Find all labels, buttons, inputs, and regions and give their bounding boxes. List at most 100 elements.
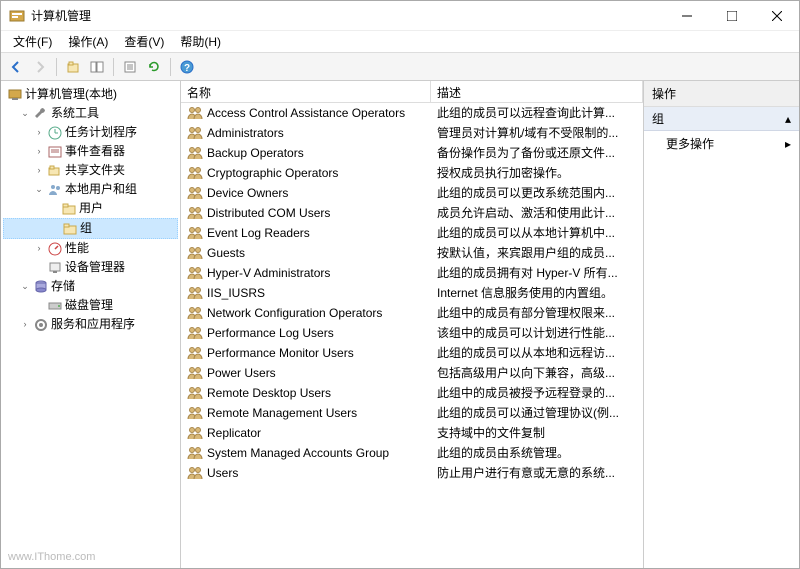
- list-row[interactable]: IIS_IUSRSInternet 信息服务使用的内置组。: [181, 283, 643, 303]
- list-cell-desc: 此组的成员可以从本地计算机中...: [431, 224, 643, 242]
- folder-icon: [61, 201, 77, 217]
- tree-node[interactable]: › 服务和应用程序: [3, 315, 178, 334]
- tree-node[interactable]: ⌄系统工具: [3, 104, 178, 123]
- tree-node[interactable]: ⌄存储: [3, 277, 178, 296]
- list-row[interactable]: Users防止用户进行有意或无意的系统...: [181, 463, 643, 483]
- list-cell-desc: 授权成员执行加密操作。: [431, 164, 643, 182]
- list-row[interactable]: Network Configuration Operators此组中的成员有部分…: [181, 303, 643, 323]
- minimize-button[interactable]: [664, 1, 709, 30]
- tree-node[interactable]: ›性能: [3, 239, 178, 258]
- tree-expander-icon[interactable]: ›: [33, 165, 45, 177]
- refresh-button[interactable]: [143, 56, 165, 78]
- list-row[interactable]: System Managed Accounts Group此组的成员由系统管理。: [181, 443, 643, 463]
- list-cell-desc: 备份操作员为了备份或还原文件...: [431, 144, 643, 162]
- group-icon: [187, 425, 203, 441]
- group-icon: [187, 245, 203, 261]
- list-row[interactable]: Performance Log Users该组中的成员可以计划进行性能...: [181, 323, 643, 343]
- list-cell-desc: 此组的成员可以从本地和远程访...: [431, 344, 643, 362]
- tree-expander-icon[interactable]: ›: [33, 127, 45, 139]
- list-row[interactable]: Replicator支持域中的文件复制: [181, 423, 643, 443]
- tree-node-label: 服务和应用程序: [51, 316, 135, 333]
- tree-node-label: 事件查看器: [65, 143, 125, 160]
- list-row[interactable]: Access Control Assistance Operators此组的成员…: [181, 103, 643, 123]
- list-row[interactable]: Remote Desktop Users此组中的成员被授予远程登录的...: [181, 383, 643, 403]
- tree-node[interactable]: 设备管理器: [3, 258, 178, 277]
- wrench-icon: [33, 106, 49, 122]
- tree-root[interactable]: 计算机管理(本地): [3, 85, 178, 104]
- list-body[interactable]: Access Control Assistance Operators此组的成员…: [181, 103, 643, 568]
- col-desc[interactable]: 描述: [431, 81, 643, 102]
- window-controls: [664, 1, 799, 30]
- chevron-right-icon: ▸: [785, 137, 791, 151]
- actions-more[interactable]: 更多操作 ▸: [644, 131, 799, 156]
- tree-expander-icon[interactable]: ⌄: [33, 184, 45, 196]
- list-row[interactable]: Event Log Readers此组的成员可以从本地计算机中...: [181, 223, 643, 243]
- group-icon: [187, 445, 203, 461]
- list-row[interactable]: Remote Management Users此组的成员可以通过管理协议(例..…: [181, 403, 643, 423]
- tree-node[interactable]: › 共享文件夹: [3, 161, 178, 180]
- tree-node-label: 组: [80, 220, 92, 237]
- list-row[interactable]: Cryptographic Operators授权成员执行加密操作。: [181, 163, 643, 183]
- tree-expander-icon[interactable]: ›: [33, 243, 45, 255]
- toolbar-sep-2: [113, 58, 114, 76]
- tree-panel[interactable]: 计算机管理(本地) ⌄系统工具›任务计划程序›事件查看器›共享文件夹⌄本地用户和…: [1, 81, 181, 568]
- list-row[interactable]: Power Users包括高级用户以向下兼容，高级...: [181, 363, 643, 383]
- forward-button[interactable]: [29, 56, 51, 78]
- list-row[interactable]: Hyper-V Administrators此组的成员拥有对 Hyper-V 所…: [181, 263, 643, 283]
- tree-node[interactable]: › 事件查看器: [3, 142, 178, 161]
- titlebar-left: 计算机管理: [9, 7, 91, 24]
- tree-expander-icon: [47, 203, 59, 215]
- tree-node[interactable]: 组: [3, 218, 178, 239]
- menu-file[interactable]: 文件(F): [5, 31, 60, 52]
- menu-help[interactable]: 帮助(H): [172, 31, 229, 52]
- tree-expander-icon: [48, 223, 60, 235]
- col-name[interactable]: 名称: [181, 81, 431, 102]
- tree-node-label: 共享文件夹: [65, 162, 125, 179]
- tree-expander-icon[interactable]: ⌄: [19, 281, 31, 293]
- export-button[interactable]: [119, 56, 141, 78]
- group-icon: [187, 465, 203, 481]
- storage-icon: [33, 279, 49, 295]
- list-cell-desc: 管理员对计算机/域有不受限制的...: [431, 124, 643, 142]
- list-row[interactable]: Administrators管理员对计算机/域有不受限制的...: [181, 123, 643, 143]
- actions-more-label: 更多操作: [666, 135, 714, 152]
- maximize-button[interactable]: [709, 1, 754, 30]
- menubar: 文件(F) 操作(A) 查看(V) 帮助(H): [1, 31, 799, 53]
- list-cell-name: Backup Operators: [181, 144, 431, 162]
- disk-icon: [47, 298, 63, 314]
- list-cell-name: Users: [181, 464, 431, 482]
- tree-node[interactable]: ⌄本地用户和组: [3, 180, 178, 199]
- list-cell-desc: 防止用户进行有意或无意的系统...: [431, 464, 643, 482]
- list-row[interactable]: Guests按默认值，来宾跟用户组的成员...: [181, 243, 643, 263]
- list-row[interactable]: Distributed COM Users成员允许启动、激活和使用此计...: [181, 203, 643, 223]
- tree-expander-icon[interactable]: ›: [19, 319, 31, 331]
- actions-group-header[interactable]: 组 ▴: [644, 107, 799, 131]
- window-frame: 计算机管理 文件(F) 操作(A) 查看(V) 帮助(H) ? 计算机管理(本地…: [0, 0, 800, 569]
- tree-node[interactable]: 用户: [3, 199, 178, 218]
- list-cell-desc: 此组的成员可以远程查询此计算...: [431, 104, 643, 122]
- folder-icon: [62, 221, 78, 237]
- back-button[interactable]: [5, 56, 27, 78]
- tree-node[interactable]: ›任务计划程序: [3, 123, 178, 142]
- list-row[interactable]: Performance Monitor Users此组的成员可以从本地和远程访.…: [181, 343, 643, 363]
- list-cell-name: Remote Desktop Users: [181, 384, 431, 402]
- list-row[interactable]: Device Owners此组的成员可以更改系统范围内...: [181, 183, 643, 203]
- tree-node[interactable]: 磁盘管理: [3, 296, 178, 315]
- help-button[interactable]: ?: [176, 56, 198, 78]
- tree-expander-icon[interactable]: ›: [33, 146, 45, 158]
- menu-action[interactable]: 操作(A): [60, 31, 116, 52]
- list-cell-desc: Internet 信息服务使用的内置组。: [431, 284, 643, 302]
- show-hide-button[interactable]: [86, 56, 108, 78]
- share-icon: [47, 163, 63, 179]
- up-button[interactable]: [62, 56, 84, 78]
- tree-root-label: 计算机管理(本地): [25, 86, 117, 103]
- tree-node-label: 磁盘管理: [65, 297, 113, 314]
- list-cell-name: Power Users: [181, 364, 431, 382]
- list-cell-name: IIS_IUSRS: [181, 284, 431, 302]
- list-cell-name: Remote Management Users: [181, 404, 431, 422]
- close-button[interactable]: [754, 1, 799, 30]
- list-row[interactable]: Backup Operators备份操作员为了备份或还原文件...: [181, 143, 643, 163]
- title-text: 计算机管理: [31, 7, 91, 24]
- tree-expander-icon[interactable]: ⌄: [19, 108, 31, 120]
- menu-view[interactable]: 查看(V): [116, 31, 172, 52]
